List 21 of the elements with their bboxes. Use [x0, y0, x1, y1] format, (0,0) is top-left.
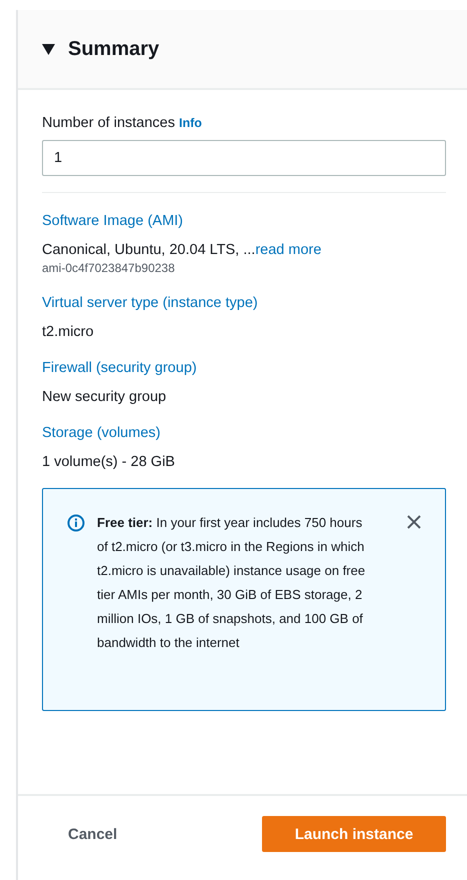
detail-value: Canonical, Ubuntu, 20.04 LTS, ... [42, 242, 256, 258]
detail-value: t2.micro [42, 324, 95, 340]
ami-id: ami-0c4f7023847b90238 [42, 261, 176, 275]
read-more-link[interactable]: read more [255, 242, 322, 258]
close-button[interactable] [407, 515, 421, 529]
field-label: Number of instances [42, 115, 175, 131]
instances-input[interactable]: 1 [42, 140, 446, 176]
caret-icon [42, 44, 55, 54]
detail-value: 1 volume(s) - 28 GiB [42, 454, 176, 470]
info-icon [67, 514, 85, 532]
detail-label: Storage (volumes) [42, 425, 162, 441]
detail-label: Software Image (AMI) [42, 213, 184, 229]
detail-value: New security group [42, 389, 168, 405]
section-title: Summary [68, 38, 160, 60]
section-toggle[interactable]: Summary [42, 38, 160, 60]
alert-message: Free tier: In your first year includes 750 hours of t2.micro (or t3.micro in the Regions in which t2.micro is unavailable) instance usage on free tier AMIs per month, 30 GiB of EBS storage, 2 million IOs, 1 GB of snapshots, and 100 GB of bandwidth to the internet [97, 514, 366, 652]
detail-label: Firewall (security group) [42, 360, 198, 376]
close-icon [407, 515, 421, 529]
detail-label: Virtual server type (instance type) [42, 295, 259, 311]
info-link[interactable]: Info [178, 116, 202, 130]
cancel-button[interactable]: Cancel [68, 826, 118, 842]
